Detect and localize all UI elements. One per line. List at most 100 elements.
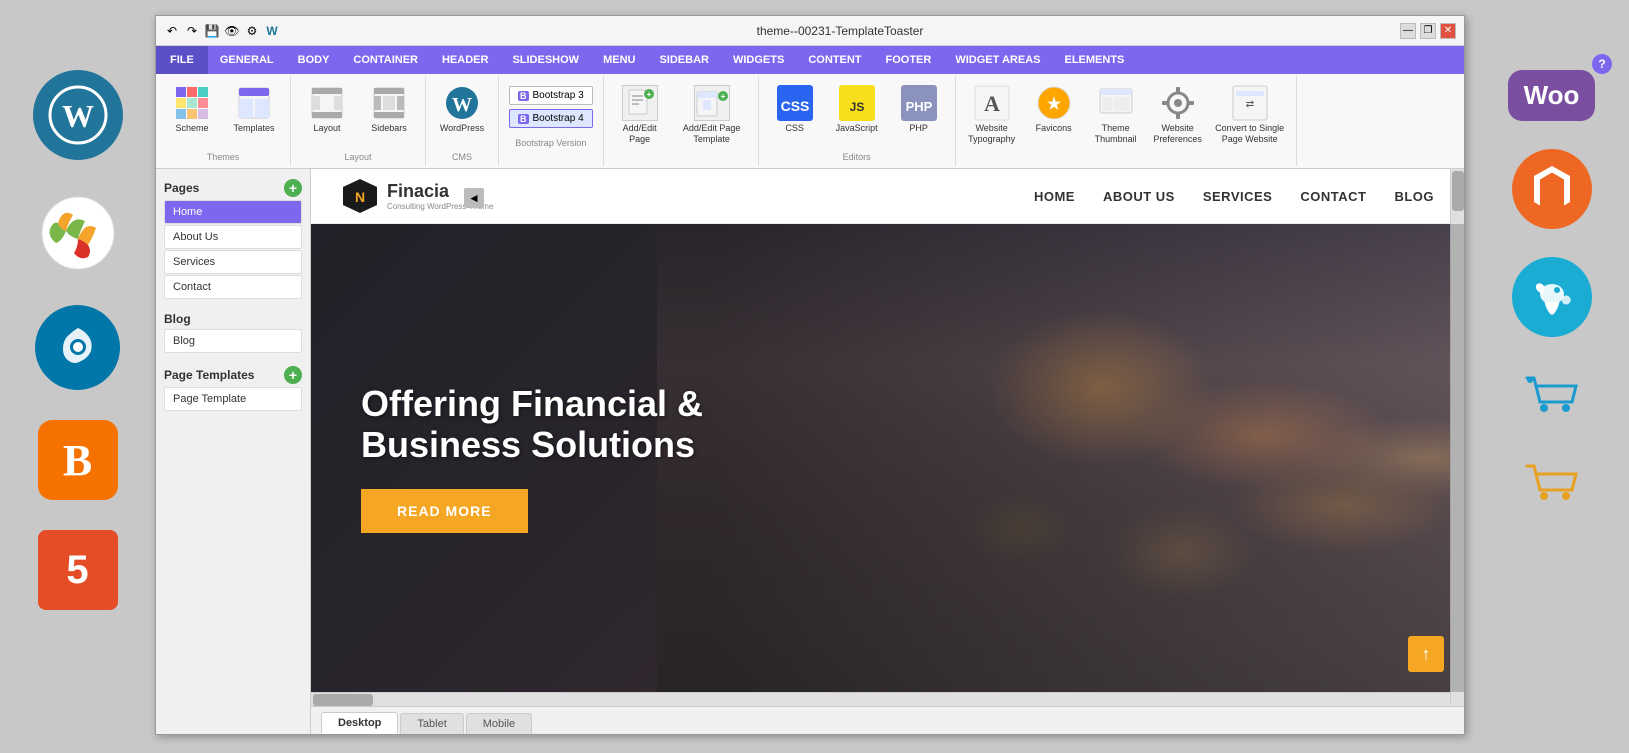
- preview-hscroll-thumb[interactable]: [313, 694, 373, 706]
- sidebar-item-contact[interactable]: Contact: [164, 275, 302, 299]
- website-typography-icon: A: [974, 85, 1010, 121]
- menu-header[interactable]: HEADER: [430, 46, 500, 74]
- ribbon-group-bootstrap: B Bootstrap 3 B Bootstrap 4 Bootstrap Ve…: [499, 76, 604, 166]
- menu-slideshow[interactable]: SLIDESHOW: [500, 46, 591, 74]
- website-menu: HOME ABOUT US SERVICES CONTACT BLOG: [1034, 189, 1434, 204]
- svg-text:JS: JS: [849, 100, 864, 114]
- favicons-button[interactable]: ★ Favicons: [1024, 80, 1084, 148]
- menu-file[interactable]: FILE: [156, 46, 208, 74]
- restore-button[interactable]: ❐: [1420, 23, 1436, 39]
- opencart-icon[interactable]: [1512, 257, 1592, 337]
- view-tabs: Desktop Tablet Mobile: [311, 706, 1464, 734]
- page-templates-section: Page Templates + Page Template: [156, 356, 310, 414]
- convert-label: Convert to Single Page Website: [1213, 123, 1287, 145]
- svg-text:★: ★: [1046, 96, 1061, 113]
- preview-icon[interactable]: 👁: [224, 23, 240, 39]
- redo-icon[interactable]: ↷: [184, 23, 200, 39]
- hero-cta-button[interactable]: READ MORE: [361, 489, 528, 533]
- bootstrap4-button[interactable]: B Bootstrap 4: [509, 109, 593, 128]
- menu-general[interactable]: GENERAL: [208, 46, 286, 74]
- woocommerce-icon[interactable]: Woo: [1508, 70, 1596, 121]
- layout-group-label: Layout: [297, 152, 419, 162]
- scheme-button[interactable]: Scheme: [162, 80, 222, 148]
- minimize-button[interactable]: —: [1400, 23, 1416, 39]
- blog-label: Blog: [164, 312, 191, 326]
- sidebar-item-page-template[interactable]: Page Template: [164, 387, 302, 411]
- wordpress-ribbon-label: WordPress: [440, 123, 484, 134]
- website-typography-button[interactable]: A Website Typography: [962, 80, 1022, 148]
- sidebar-collapse-button[interactable]: ◄: [464, 188, 484, 208]
- sidebars-button[interactable]: Sidebars: [359, 80, 419, 148]
- add-edit-template-button[interactable]: + Add/Edit Page Template: [672, 80, 752, 148]
- info-button[interactable]: ?: [1592, 54, 1612, 74]
- menu-widget-areas[interactable]: WIDGET AREAS: [943, 46, 1052, 74]
- drupal-icon[interactable]: [35, 305, 120, 390]
- preview-vscroll-thumb[interactable]: [1452, 171, 1464, 211]
- nav-about[interactable]: ABOUT US: [1103, 189, 1175, 204]
- side-icons-left: W B 5: [0, 60, 155, 610]
- blogger-icon[interactable]: B: [38, 420, 118, 500]
- save-icon[interactable]: 💾: [204, 23, 220, 39]
- cart-icon-1[interactable]: [1512, 365, 1592, 425]
- tab-mobile[interactable]: Mobile: [466, 713, 532, 734]
- menu-widgets[interactable]: WIDGETS: [721, 46, 796, 74]
- svg-text:N: N: [355, 189, 365, 205]
- website-preferences-button[interactable]: Website Preferences: [1148, 80, 1208, 148]
- favicons-icon: ★: [1036, 85, 1072, 121]
- menu-content[interactable]: CONTENT: [796, 46, 873, 74]
- title-bar-left: ↶ ↷ 💾 👁 ⚙ W: [164, 23, 280, 39]
- css-icon: CSS: [777, 85, 813, 121]
- wordpress-icon[interactable]: W: [33, 70, 123, 160]
- nav-home[interactable]: HOME: [1034, 189, 1075, 204]
- bootstrap3-icon: B: [518, 91, 529, 101]
- undo-icon[interactable]: ↶: [164, 23, 180, 39]
- tab-tablet[interactable]: Tablet: [400, 713, 463, 734]
- theme-thumbnail-button[interactable]: Theme Thumbnail: [1086, 80, 1146, 148]
- tab-desktop[interactable]: Desktop: [321, 712, 398, 734]
- close-button[interactable]: ✕: [1440, 23, 1456, 39]
- pages-section: Pages + Home About Us Services Contact: [156, 169, 310, 302]
- menu-elements[interactable]: ELEMENTS: [1052, 46, 1136, 74]
- nav-contact[interactable]: CONTACT: [1300, 189, 1366, 204]
- menu-menu[interactable]: MENU: [591, 46, 647, 74]
- cart-icon-2[interactable]: [1512, 453, 1592, 513]
- javascript-button[interactable]: JS JavaScript: [827, 80, 887, 148]
- blog-section: Blog Blog: [156, 302, 310, 356]
- joomla-icon[interactable]: [35, 190, 120, 275]
- add-edit-page-button[interactable]: + Add/Edit Page: [610, 80, 670, 148]
- bootstrap3-button[interactable]: B Bootstrap 3: [509, 86, 593, 105]
- add-page-template-button[interactable]: +: [284, 366, 302, 384]
- css-button[interactable]: CSS CSS: [765, 80, 825, 148]
- sidebar-item-about[interactable]: About Us: [164, 225, 302, 249]
- menu-sidebar[interactable]: SIDEBAR: [647, 46, 721, 74]
- scroll-to-top-button[interactable]: ↑: [1408, 636, 1444, 672]
- templates-button[interactable]: Templates: [224, 80, 284, 148]
- preview-hscrollbar[interactable]: [311, 692, 1464, 706]
- nav-services[interactable]: SERVICES: [1203, 189, 1273, 204]
- templates-label: Templates: [233, 123, 274, 134]
- editors-group-label: Editors: [765, 152, 949, 162]
- add-page-button[interactable]: +: [284, 179, 302, 197]
- convert-button[interactable]: ⇄ Convert to Single Page Website: [1210, 80, 1290, 148]
- bootstrap3-label: Bootstrap 3: [533, 90, 584, 101]
- svg-text:⇄: ⇄: [1245, 99, 1253, 110]
- wordpress-button[interactable]: W WordPress: [432, 80, 492, 148]
- html5-icon[interactable]: 5: [38, 530, 118, 610]
- add-edit-template-icon: +: [694, 85, 730, 121]
- menu-container[interactable]: CONTAINER: [341, 46, 430, 74]
- wp-logo-icon: W: [264, 23, 280, 39]
- add-edit-template-label: Add/Edit Page Template: [675, 123, 749, 145]
- nav-blog[interactable]: BLOG: [1394, 189, 1434, 204]
- php-button[interactable]: PHP PHP: [889, 80, 949, 148]
- menu-body[interactable]: BODY: [286, 46, 342, 74]
- menu-footer[interactable]: FOOTER: [873, 46, 943, 74]
- sidebar-item-home[interactable]: Home: [164, 200, 302, 224]
- wordpress-ribbon-icon: W: [444, 85, 480, 121]
- settings-icon[interactable]: ⚙: [244, 23, 260, 39]
- scheme-label: Scheme: [175, 123, 208, 134]
- sidebar-item-services[interactable]: Services: [164, 250, 302, 274]
- sidebar-item-blog[interactable]: Blog: [164, 329, 302, 353]
- side-icons-right: Woo: [1474, 60, 1629, 513]
- magento-icon[interactable]: [1512, 149, 1592, 229]
- layout-button[interactable]: Layout: [297, 80, 357, 148]
